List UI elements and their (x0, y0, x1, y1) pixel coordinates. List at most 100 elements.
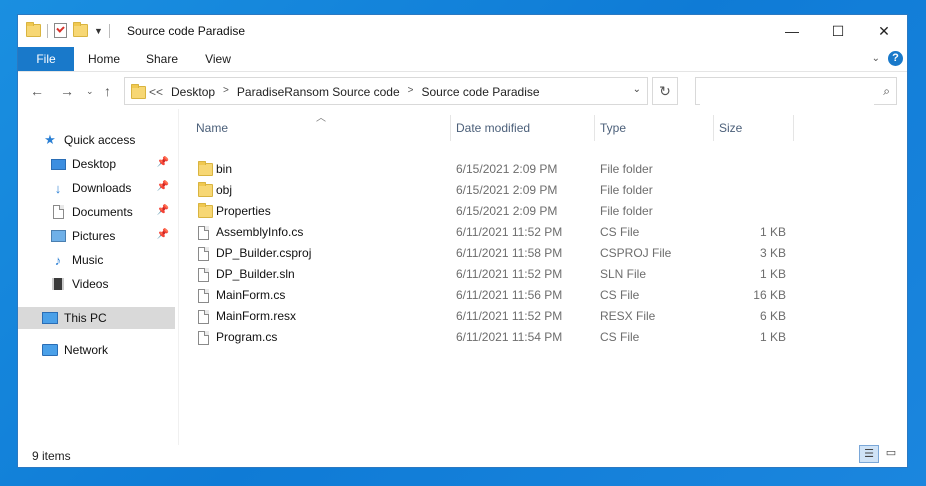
file-size: 6 KB (759, 309, 786, 323)
file-row[interactable]: Program.cs 6/11/2021 11:54 PM CS File 1 … (188, 327, 798, 348)
chevron-down-icon[interactable]: ⌄ (633, 84, 641, 95)
pin-icon[interactable]: 📌 (157, 229, 169, 240)
file-type: CS File (600, 330, 640, 344)
file-date: 6/11/2021 11:52 PM (456, 309, 563, 323)
navigation-bar: ← → ⌄ ↑ << Desktop > ParadiseRansom Sour… (18, 75, 907, 107)
file-row[interactable]: obj 6/15/2021 2:09 PM File folder (188, 180, 798, 201)
pane-divider[interactable] (178, 109, 179, 445)
ribbon-right: ⌄ ? (872, 51, 903, 66)
window-controls: — ☐ ✕ (769, 15, 907, 47)
customize-toolbar-icon[interactable]: ▼ (94, 26, 103, 36)
file-date: 6/11/2021 11:54 PM (456, 330, 563, 344)
pin-icon[interactable]: 📌 (157, 205, 169, 216)
download-icon: ↓ (54, 180, 62, 196)
file-name: MainForm.resx (216, 309, 297, 323)
tab-file[interactable]: File (18, 47, 74, 71)
music-icon: ♪ (54, 252, 62, 268)
column-header-name[interactable]: Name (196, 115, 446, 141)
expand-ribbon-icon[interactable]: ⌄ (872, 53, 880, 64)
file-date: 6/11/2021 11:56 PM (456, 288, 563, 302)
large-icons-view-button[interactable]: ▭ (881, 445, 901, 463)
maximize-button[interactable]: ☐ (815, 15, 861, 47)
tab-share[interactable]: Share (136, 47, 188, 71)
breadcrumb-paradiseransom[interactable]: ParadiseRansom Source code (237, 85, 400, 99)
column-header-date[interactable]: Date modified (456, 115, 592, 141)
file-row[interactable]: AssemblyInfo.cs 6/11/2021 11:52 PM CS Fi… (188, 222, 798, 243)
file-row[interactable]: DP_Builder.csproj 6/11/2021 11:58 PM CSP… (188, 243, 798, 264)
file-date: 6/11/2021 11:58 PM (456, 246, 563, 260)
tab-home[interactable]: Home (78, 47, 130, 71)
column-divider[interactable] (450, 115, 451, 141)
file-type: SLN File (600, 267, 647, 281)
star-icon: ★ (44, 132, 56, 147)
folder-icon (198, 182, 213, 197)
column-divider[interactable] (793, 115, 794, 141)
file-type: CSPROJ File (600, 246, 672, 260)
minimize-button[interactable]: — (769, 15, 815, 47)
breadcrumb: << Desktop > ParadiseRansom Source code … (149, 85, 540, 99)
recent-locations-icon[interactable]: ⌄ (86, 86, 94, 97)
file-row[interactable]: MainForm.resx 6/11/2021 11:52 PM RESX Fi… (188, 306, 798, 327)
file-icon (198, 331, 209, 345)
file-name: Properties (216, 204, 271, 218)
sidebar-item-desktop[interactable]: Desktop 📌 (18, 153, 175, 175)
column-divider[interactable] (594, 115, 595, 141)
refresh-button[interactable]: ↻ (652, 77, 678, 105)
chevron-right-icon[interactable]: > (223, 85, 229, 99)
back-arrow-icon[interactable]: ← (30, 83, 44, 99)
search-icon[interactable]: ⌕ (883, 84, 890, 99)
explorer-window: ▼ Source code Paradise — ☐ ✕ File Home S… (17, 14, 908, 468)
search-input[interactable] (700, 79, 874, 105)
file-size: 1 KB (759, 225, 786, 239)
view-switcher: ☰ ▭ (859, 445, 901, 463)
up-arrow-icon[interactable]: ↑ (104, 83, 111, 99)
breadcrumb-current[interactable]: Source code Paradise (422, 85, 540, 99)
file-row[interactable]: MainForm.cs 6/11/2021 11:56 PM CS File 1… (188, 285, 798, 306)
file-size: 1 KB (759, 330, 786, 344)
folder-icon (131, 84, 146, 99)
folder-icon (198, 203, 213, 218)
sidebar-item-videos[interactable]: Videos (18, 273, 175, 295)
forward-arrow-icon[interactable]: → (60, 83, 74, 99)
file-name: DP_Builder.sln (216, 267, 295, 281)
sidebar-item-downloads[interactable]: ↓ Downloads 📌 (18, 177, 175, 199)
column-divider[interactable] (713, 115, 714, 141)
file-row[interactable]: bin 6/15/2021 2:09 PM File folder (188, 159, 798, 180)
properties-icon[interactable] (54, 23, 67, 38)
breadcrumb-desktop[interactable]: Desktop (171, 85, 215, 99)
sidebar-item-documents[interactable]: Documents 📌 (18, 201, 175, 223)
breadcrumb-overflow[interactable]: << (149, 85, 163, 99)
sidebar-item-quick-access[interactable]: ★ Quick access (18, 129, 175, 151)
desktop-icon (50, 156, 66, 172)
column-header-type[interactable]: Type (600, 115, 710, 141)
sidebar-item-music[interactable]: ♪ Music (18, 249, 175, 271)
status-item-count: 9 items (32, 449, 71, 463)
details-view-button[interactable]: ☰ (859, 445, 879, 463)
sidebar-item-label: Documents (72, 205, 133, 219)
pin-icon[interactable]: 📌 (157, 157, 169, 168)
title-bar[interactable]: ▼ Source code Paradise — ☐ ✕ (18, 15, 907, 47)
file-name: obj (216, 183, 233, 197)
file-name: Program.cs (216, 330, 278, 344)
new-folder-icon[interactable] (73, 22, 88, 37)
close-button[interactable]: ✕ (861, 15, 907, 47)
file-name: AssemblyInfo.cs (216, 225, 304, 239)
file-size: 16 KB (753, 288, 786, 302)
pin-icon[interactable]: 📌 (157, 181, 169, 192)
file-row[interactable]: Properties 6/15/2021 2:09 PM File folder (188, 201, 798, 222)
file-row[interactable]: DP_Builder.sln 6/11/2021 11:52 PM SLN Fi… (188, 264, 798, 285)
sidebar-item-network[interactable]: Network (18, 339, 175, 361)
address-bar[interactable]: << Desktop > ParadiseRansom Source code … (124, 77, 648, 105)
file-icon (198, 268, 209, 282)
file-icon (198, 289, 209, 303)
sidebar-item-label: Desktop (72, 157, 117, 171)
chevron-right-icon[interactable]: > (408, 85, 414, 99)
search-box[interactable]: ⌕ (695, 77, 897, 105)
details-view-icon: ☰ (864, 448, 874, 460)
column-header-size[interactable]: Size (719, 115, 789, 141)
sidebar-item-this-pc[interactable]: This PC (18, 307, 175, 329)
tab-view[interactable]: View (194, 47, 242, 71)
help-icon[interactable]: ? (888, 51, 903, 66)
sidebar-item-pictures[interactable]: Pictures 📌 (18, 225, 175, 247)
sidebar-item-label: Music (72, 253, 104, 267)
